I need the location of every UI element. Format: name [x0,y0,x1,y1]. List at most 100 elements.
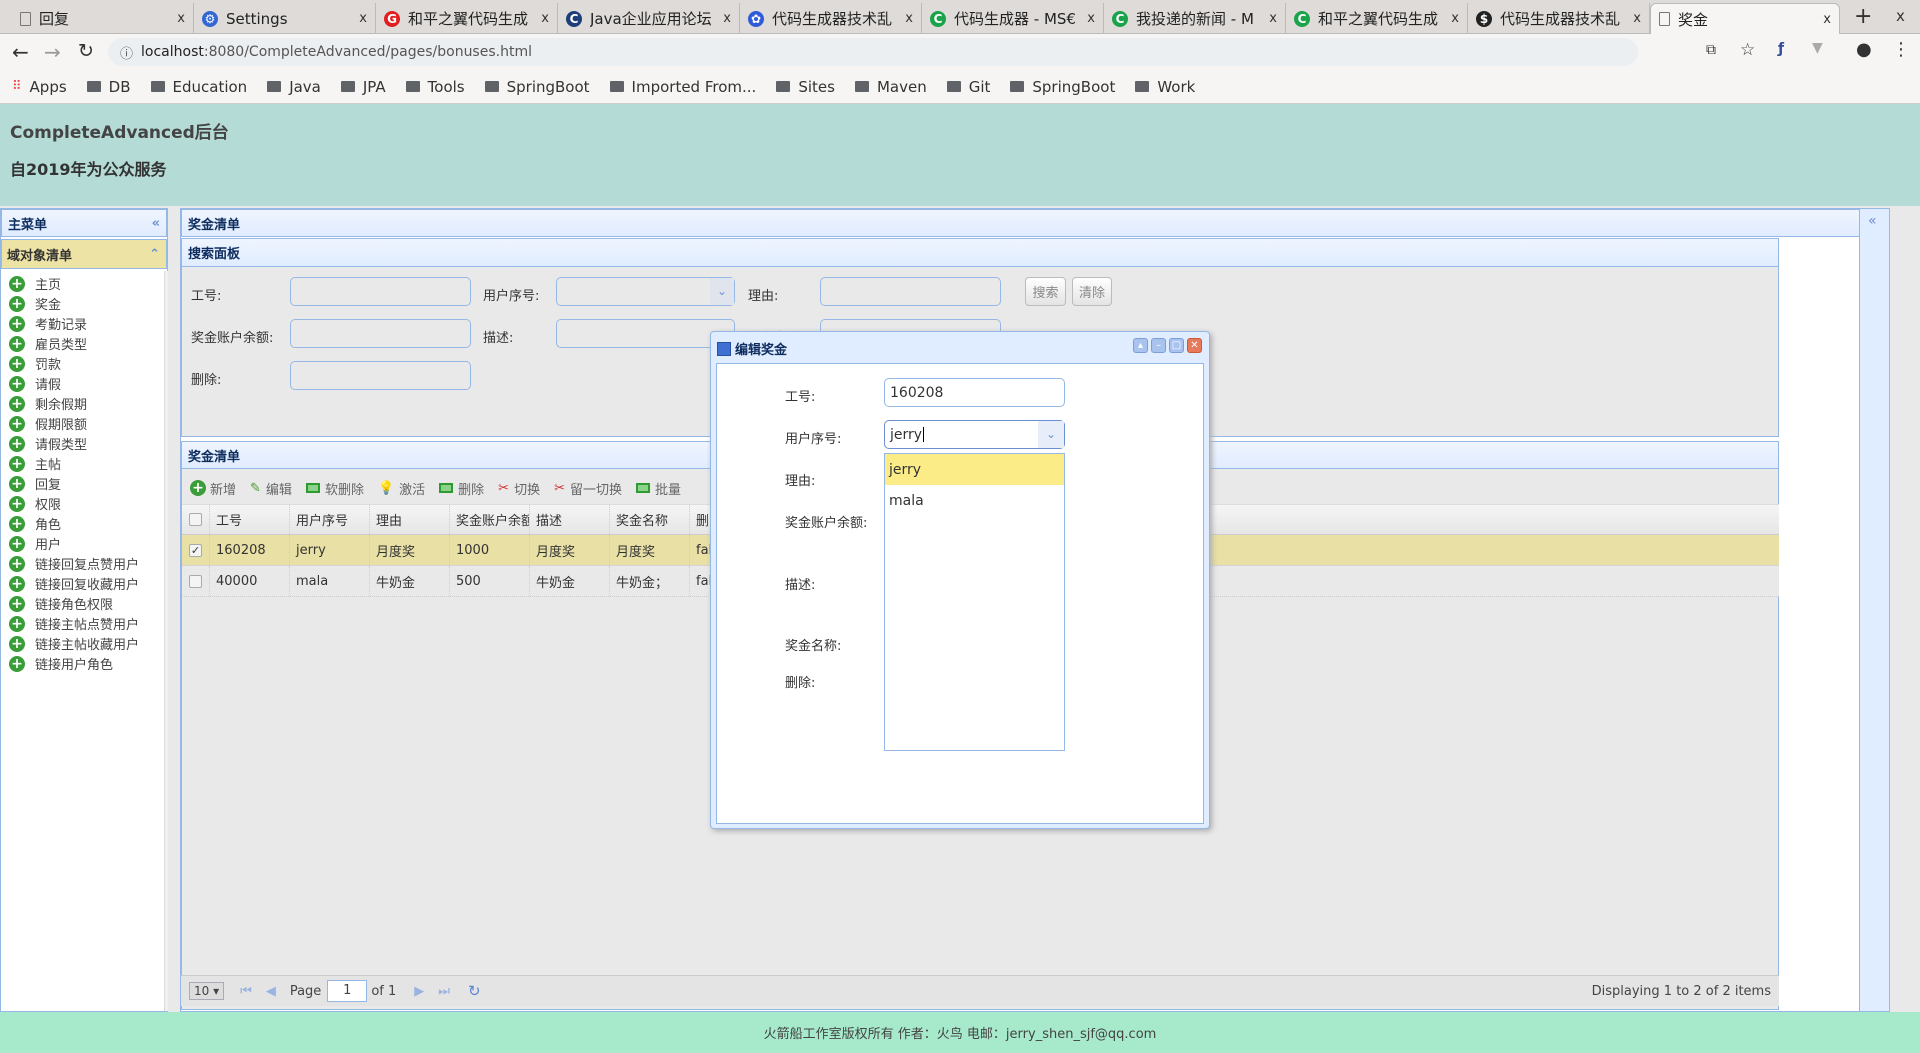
dialog-userid-combobox[interactable]: jerry ⌄ [884,420,1065,449]
sidebar-item[interactable]: + 链接回复点赞用户 [9,554,139,573]
bookmark-item[interactable]: Imported From... [609,78,756,96]
toolbar-button[interactable]: 软删除 [305,479,364,498]
collapse-dialog-button[interactable]: ▴ [1133,338,1148,353]
close-tab-icon[interactable]: x [1823,12,1831,27]
collapse-left-icon[interactable]: « [152,216,160,231]
minimize-dialog-button[interactable]: – [1151,338,1166,353]
toolbar-button[interactable]: + 新增 [190,479,236,498]
sidebar-item[interactable]: + 主帖 [9,454,61,473]
next-page-icon[interactable]: ▶ [414,984,424,999]
column-header[interactable]: 工号 [210,505,290,534]
profile-icon[interactable]: ● [1856,39,1872,60]
column-header[interactable]: 用户序号 [290,505,370,534]
close-tab-icon[interactable]: x [541,11,549,26]
close-tab-icon[interactable]: x [1451,11,1459,26]
back-icon[interactable]: ← [12,40,29,64]
sidebar-item[interactable]: + 假期限额 [9,414,87,433]
toolbar-button[interactable]: 批量 [636,479,681,498]
column-header[interactable]: 理由 [370,505,450,534]
last-page-icon[interactable]: ⏭ [438,984,450,999]
close-tab-icon[interactable]: x [359,11,367,26]
browser-tab[interactable]: C 代码生成器 - MS€ x [922,3,1104,34]
toolbar-button[interactable]: 💡 激活 [378,479,425,498]
dialog-empid-input[interactable]: 160208 [884,378,1065,407]
browser-tab[interactable]: $ 代码生成器技术乱 x [1468,3,1650,34]
bookmark-item[interactable]: Java [267,78,321,96]
accordion-domain-list[interactable]: 域对象清单 ⌃ [1,239,167,269]
dropdown-option[interactable]: mala [885,485,1064,516]
extension-v-icon[interactable]: ▼ [1812,40,1823,56]
refresh-icon[interactable]: ↻ [468,982,481,1000]
first-page-icon[interactable]: ⏮ [240,984,252,999]
dialog-titlebar[interactable]: 编辑奖金 [717,339,787,358]
prev-page-icon[interactable]: ◀ [266,984,276,999]
browser-tab[interactable]: 奖金 x [1650,3,1840,34]
sidebar-item[interactable]: + 权限 [9,494,61,513]
close-tab-icon[interactable]: x [905,11,913,26]
page-size-select[interactable]: 10 ▾ [189,982,225,1000]
column-header[interactable]: 描述 [530,505,610,534]
bookmark-item[interactable]: Tools [405,78,465,96]
sidebar-item[interactable]: + 请假类型 [9,434,87,453]
bookmark-item[interactable]: ⠿ Apps [12,78,67,96]
sidebar-item[interactable]: + 链接用户角色 [9,654,113,673]
close-tab-icon[interactable]: x [1269,11,1277,26]
toolbar-button[interactable]: 删除 [439,479,484,498]
east-collapsed-strip[interactable]: « [1859,209,1889,1011]
sidebar-item[interactable]: + 链接角色权限 [9,594,113,613]
search-button[interactable]: 搜索 [1025,277,1066,306]
dropdown-option[interactable]: jerry [885,454,1064,485]
sidebar-item[interactable]: + 剩余假期 [9,394,87,413]
bookmark-item[interactable]: JPA [340,78,386,96]
sidebar-scrollbar[interactable] [164,271,168,1011]
close-tab-icon[interactable]: x [1087,11,1095,26]
sidebar-item[interactable]: + 回复 [9,474,61,493]
search-balance-input[interactable] [290,319,471,348]
bookmark-item[interactable]: Git [946,78,990,96]
bookmark-item[interactable]: DB [86,78,131,96]
chevron-down-icon[interactable]: ⌄ [1038,421,1064,448]
sidebar-item[interactable]: + 角色 [9,514,61,533]
sidebar-item[interactable]: + 链接主帖收藏用户 [9,634,139,653]
page-number-input[interactable]: 1 [327,980,368,1002]
new-tab-icon[interactable]: + [1854,4,1872,29]
select-all-checkbox[interactable] [189,513,202,526]
row-checkbox-cell[interactable]: ✓ [182,535,210,565]
search-userid-combobox[interactable]: ⌄ [556,277,735,306]
close-tab-icon[interactable]: x [177,11,185,26]
close-tab-icon[interactable]: x [723,11,731,26]
search-deleted-input[interactable] [290,361,471,390]
bookmark-item[interactable]: SpringBoot [484,78,590,96]
column-header[interactable]: 奖金名称 [610,505,690,534]
menu-icon[interactable]: ⋮ [1892,39,1910,60]
row-checkbox-cell[interactable] [182,566,210,596]
select-all-cell[interactable] [182,505,210,534]
bookmark-item[interactable]: Work [1135,78,1195,96]
row-checkbox[interactable] [189,574,202,588]
sidebar-item[interactable]: + 链接回复收藏用户 [9,574,139,593]
close-tab-icon[interactable]: x [1633,11,1641,26]
maximize-dialog-button[interactable]: □ [1169,338,1184,353]
browser-tab[interactable]: ✿ 代码生成器技术乱 x [740,3,922,34]
close-dialog-button[interactable]: ✕ [1187,338,1202,353]
fedora-extension-icon[interactable]: ƒ [1778,41,1784,57]
browser-tab[interactable]: C Java企业应用论坛 x [558,3,740,34]
sidebar-item[interactable]: + 罚款 [9,354,61,373]
star-icon[interactable]: ☆ [1740,40,1755,60]
chevron-down-icon[interactable]: ⌄ [710,278,734,305]
sidebar-item[interactable]: + 链接主帖点赞用户 [9,614,139,633]
browser-tab[interactable]: C 和平之翼代码生成 x [1286,3,1468,34]
bookmark-item[interactable]: SpringBoot [1010,78,1115,96]
search-reason-input[interactable] [820,277,1001,306]
toolbar-button[interactable]: ✂ 切换 [498,479,540,498]
expand-right-icon[interactable]: « [1868,213,1877,229]
close-window-icon[interactable]: x [1896,7,1905,25]
search-empid-input[interactable] [290,277,471,306]
bookmark-item[interactable]: Education [150,78,247,96]
column-header[interactable]: 奖金账户余额 [450,505,530,534]
sidebar-item[interactable]: + 奖金 [9,294,61,313]
bookmark-item[interactable]: Sites [776,78,835,96]
forward-icon[interactable]: → [44,40,61,64]
search-desc-input[interactable] [556,319,735,348]
sidebar-item[interactable]: + 雇员类型 [9,334,87,353]
